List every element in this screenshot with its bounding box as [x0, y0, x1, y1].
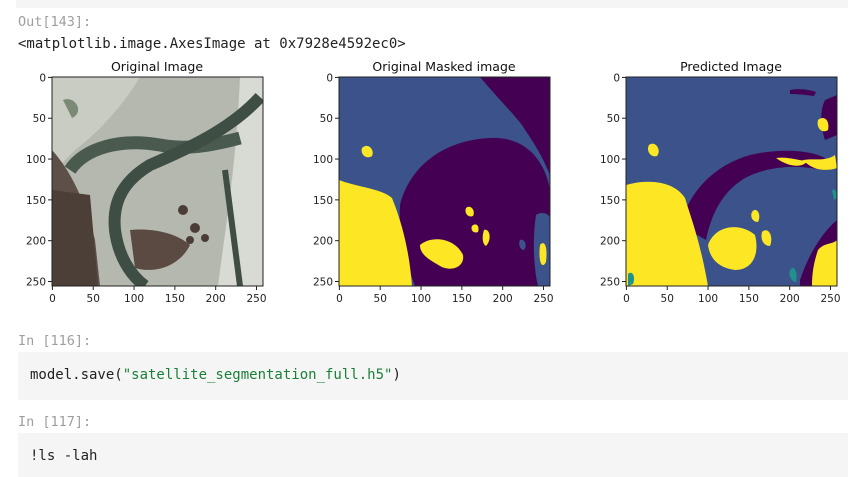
- cell-prompt: In [117]:: [18, 414, 92, 430]
- panel-title: Original Masked image: [372, 59, 515, 74]
- code-call: model.save(: [30, 367, 123, 383]
- y-tick-label: 150: [600, 195, 620, 207]
- x-tick-label: 0: [336, 293, 343, 305]
- x-tick-label: 150: [452, 293, 472, 305]
- prediction-image: [626, 77, 837, 286]
- y-tick-label: 100: [600, 154, 620, 166]
- output-prompt: Out[143]:: [18, 14, 92, 30]
- cell-prompt: In [116]:: [18, 333, 92, 349]
- output-text: <matplotlib.image.AxesImage at 0x7928e45…: [18, 36, 406, 52]
- x-tick-label: 50: [374, 293, 387, 305]
- y-tick-label: 0: [326, 72, 333, 84]
- y-tick-label: 200: [26, 236, 46, 248]
- x-tick-label: 250: [533, 293, 553, 305]
- x-tick-label: 150: [739, 293, 759, 305]
- x-tick-label: 150: [165, 293, 185, 305]
- x-tick-label: 50: [87, 293, 100, 305]
- y-tick-label: 100: [26, 154, 46, 166]
- x-tick-label: 0: [623, 293, 630, 305]
- x-tick-label: 200: [780, 293, 800, 305]
- y-tick-label: 50: [607, 113, 620, 125]
- code-string: "satellite_segmentation_full.h5": [122, 367, 393, 383]
- y-tick-label: 250: [26, 277, 46, 289]
- y-tick-label: 150: [26, 195, 46, 207]
- code-call-end: ): [392, 367, 401, 383]
- x-tick-label: 250: [820, 293, 840, 305]
- x-tick-label: 100: [698, 293, 718, 305]
- code-cell[interactable]: model.save("satellite_segmentation_full.…: [18, 352, 848, 400]
- code-input[interactable]: model.save("satellite_segmentation_full.…: [30, 367, 401, 383]
- y-tick-label: 50: [33, 113, 46, 125]
- original-mask-panel: Original Masked image: [338, 59, 551, 287]
- predicted-image-panel: Predicted Image: [625, 59, 838, 287]
- panel-title: Original Image: [111, 59, 203, 74]
- y-tick-label: 200: [313, 236, 333, 248]
- y-tick-label: 250: [600, 277, 620, 289]
- x-tick-label: 100: [124, 293, 144, 305]
- y-tick-label: 150: [313, 195, 333, 207]
- x-tick-label: 100: [411, 293, 431, 305]
- previous-cell-output-edge: [16, 0, 848, 8]
- y-tick-label: 0: [39, 72, 46, 84]
- y-tick-label: 0: [613, 72, 620, 84]
- x-tick-label: 250: [246, 293, 266, 305]
- satellite-image: [52, 77, 263, 286]
- y-tick-label: 50: [320, 113, 333, 125]
- code-input[interactable]: !ls -lah: [30, 448, 97, 464]
- x-tick-label: 200: [493, 293, 513, 305]
- x-tick-label: 200: [206, 293, 226, 305]
- y-tick-label: 200: [600, 236, 620, 248]
- y-tick-label: 250: [313, 277, 333, 289]
- original-image-panel: Original Image: [51, 59, 264, 287]
- x-tick-label: 50: [661, 293, 674, 305]
- code-cell[interactable]: !ls -lah: [18, 433, 848, 477]
- mask-image: [339, 77, 550, 286]
- y-tick-label: 100: [313, 154, 333, 166]
- x-tick-label: 0: [49, 293, 56, 305]
- output-figure: Original Image Original Masked image Pre…: [26, 59, 841, 305]
- panel-title: Predicted Image: [680, 59, 782, 74]
